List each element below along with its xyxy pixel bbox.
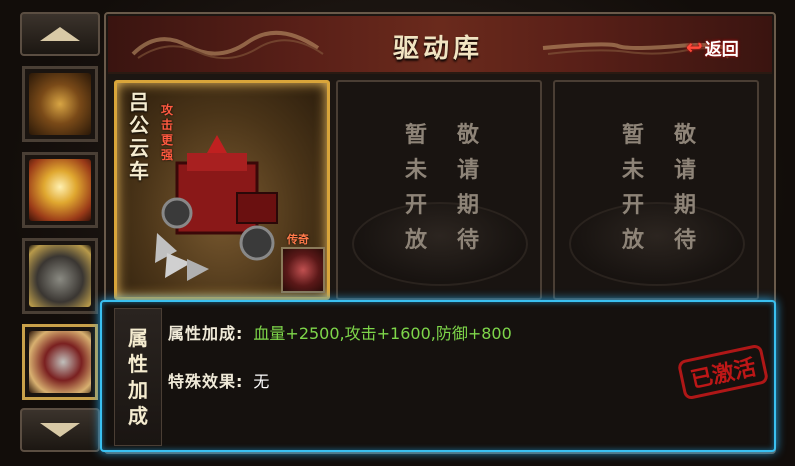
coming-soon-char: 未 xyxy=(404,157,427,183)
page-title: 驱动库 xyxy=(392,34,483,64)
attribute-side-title: 属 性 加 成 xyxy=(114,308,162,446)
coming-soon-char: 请 xyxy=(673,157,696,183)
vehicle-portrait xyxy=(29,331,91,393)
coming-soon-char: 期 xyxy=(673,192,696,218)
side-title-char: 性 xyxy=(128,352,148,376)
vehicle-thumbnail-1[interactable] xyxy=(22,66,98,142)
special-effect-label: 特殊效果: xyxy=(168,372,244,391)
coming-soon-text: 暂 敬 未 请 开 期 放 待 xyxy=(390,118,494,258)
rarity-label: 传奇 xyxy=(287,233,309,246)
vehicle-portrait xyxy=(29,159,91,221)
coming-soon-char: 放 xyxy=(621,227,644,253)
vehicle-card-locked: 暂 敬 未 请 开 期 放 待 xyxy=(553,80,759,300)
vehicle-thumbnail-list xyxy=(14,10,104,456)
dragon-ornament-icon xyxy=(131,30,324,60)
side-title-char: 加 xyxy=(128,378,148,402)
side-title-char: 属 xyxy=(128,326,148,350)
siege-vehicle-icon xyxy=(155,135,278,281)
vehicle-portrait xyxy=(29,245,91,307)
activated-stamp: 已激活 xyxy=(676,343,770,401)
back-arrow-icon: ↩ xyxy=(686,35,703,59)
coming-soon-char: 放 xyxy=(404,227,427,253)
coming-soon-char: 未 xyxy=(621,157,644,183)
coming-soon-char: 开 xyxy=(404,192,427,218)
attribute-bonus-value: 血量+2500,攻击+1600,防御+800 xyxy=(253,324,512,343)
back-label: 返回 xyxy=(704,39,739,60)
coming-soon-char: 敬 xyxy=(456,122,479,148)
coming-soon-char: 期 xyxy=(456,192,479,218)
vehicle-thumbnail-4-selected[interactable] xyxy=(22,324,98,400)
attribute-bonus-panel: 属 性 加 成 属性加成: 血量+2500,攻击+1600,防御+800 特殊效… xyxy=(100,300,776,452)
coming-soon-char: 待 xyxy=(673,227,696,253)
vehicle-thumbnail-2[interactable] xyxy=(22,152,98,228)
coming-soon-char: 敬 xyxy=(673,122,696,148)
scroll-up-button[interactable] xyxy=(20,12,100,56)
vehicle-card-active[interactable]: 吕公云车 攻击更强 传奇 xyxy=(114,80,330,300)
arrow-down-icon xyxy=(40,423,80,437)
special-effect-value: 无 xyxy=(253,372,270,391)
scroll-down-button[interactable] xyxy=(20,408,100,452)
coming-soon-char: 开 xyxy=(621,192,644,218)
side-title-char: 成 xyxy=(128,404,148,428)
attribute-bonus-row: 属性加成: 血量+2500,攻击+1600,防御+800 xyxy=(168,320,512,344)
vehicle-mini-icon xyxy=(281,247,325,293)
back-button[interactable]: ↩ 返回 xyxy=(682,34,747,60)
attribute-bonus-label: 属性加成: xyxy=(168,324,244,343)
arrow-up-icon xyxy=(40,27,80,41)
special-effect-row: 特殊效果: 无 xyxy=(168,368,269,392)
game-screen: 驱动库 ↩ 返回 吕公云车 攻击更强 传奇 暂 敬 未 请 开 期 放 待 暂 … xyxy=(0,0,795,466)
coming-soon-text: 暂 敬 未 请 开 期 放 待 xyxy=(607,118,711,258)
vehicle-portrait xyxy=(29,73,91,135)
vehicle-thumbnail-3[interactable] xyxy=(22,238,98,314)
coming-soon-char: 暂 xyxy=(621,122,644,148)
coming-soon-char: 暂 xyxy=(404,122,427,148)
vehicle-card-locked: 暂 敬 未 请 开 期 放 待 xyxy=(336,80,542,300)
title-bar: 驱动库 ↩ 返回 xyxy=(108,16,772,74)
coming-soon-char: 待 xyxy=(456,227,479,253)
coming-soon-char: 请 xyxy=(456,157,479,183)
